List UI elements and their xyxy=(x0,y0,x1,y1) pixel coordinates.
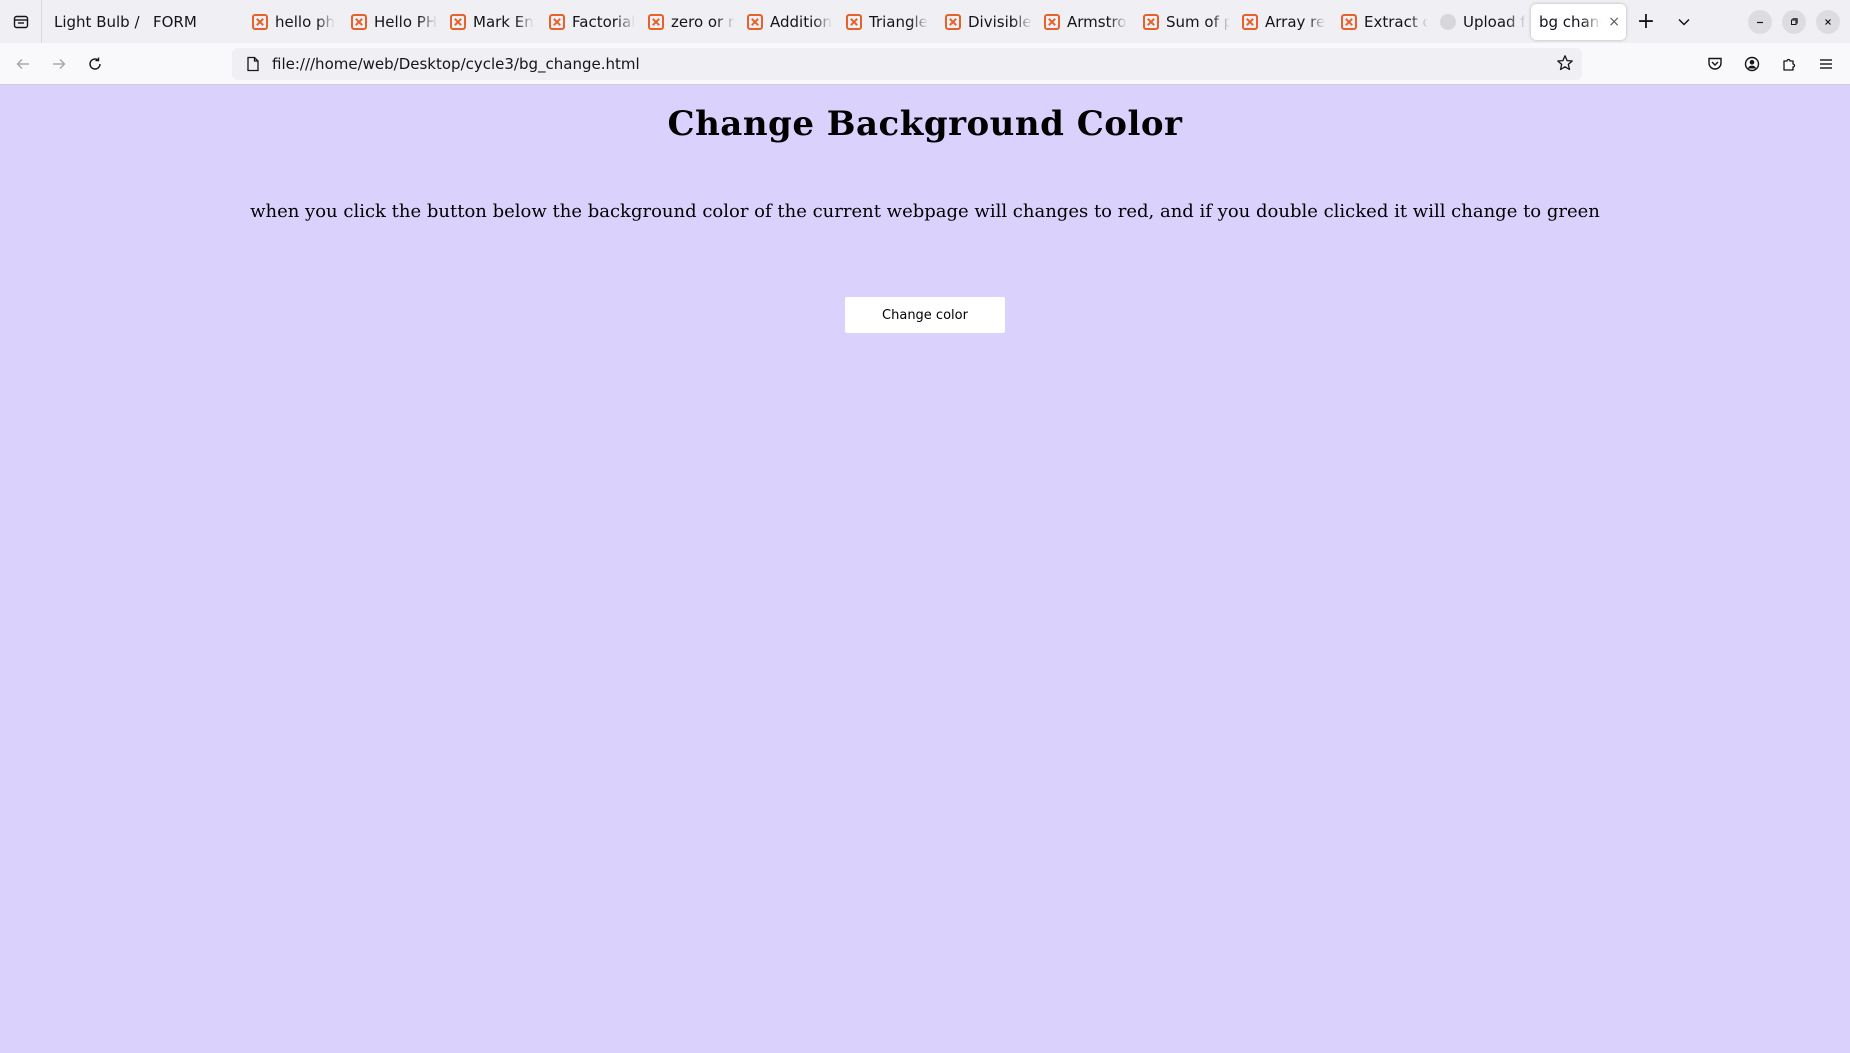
tab-label: Light Bulb / xyxy=(54,12,140,31)
account-button[interactable] xyxy=(1734,46,1770,82)
tab-label: Addition xyxy=(770,12,832,31)
tab-item[interactable]: Upload f xyxy=(1428,4,1527,40)
tab-item[interactable]: Triangle xyxy=(834,4,933,40)
tab-item[interactable]: Extract c xyxy=(1329,4,1428,40)
tab-label: Divisible xyxy=(968,12,1032,31)
tab-item[interactable]: Sum of p xyxy=(1131,4,1230,40)
account-icon xyxy=(1744,56,1760,72)
menu-button[interactable] xyxy=(1808,46,1844,82)
extensions-button[interactable] xyxy=(1771,46,1807,82)
close-tab-icon[interactable]: × xyxy=(1608,14,1620,30)
tab-label: Triangle xyxy=(869,12,928,31)
tab-label: bg chang xyxy=(1539,12,1601,31)
address-bar[interactable]: file:///home/web/Desktop/cycle3/bg_chang… xyxy=(232,48,1582,80)
pocket-icon xyxy=(1708,57,1722,70)
firefox-view-icon xyxy=(13,15,28,28)
page-title: Change Background Color xyxy=(667,104,1183,144)
tab-strip: Light Bulb / FORM hello ph Hello PH Mark En F… xyxy=(42,0,1626,43)
github-icon xyxy=(1440,13,1456,30)
tab-label: zero or n xyxy=(671,12,735,31)
page-content: Change Background Color when you click t… xyxy=(0,85,1850,1053)
tab-item[interactable]: FORM xyxy=(141,4,240,40)
new-tab-button[interactable]: + xyxy=(1626,0,1666,43)
tab-item[interactable]: hello ph xyxy=(240,4,339,40)
tab-item[interactable]: Addition xyxy=(735,4,834,40)
firefox-view-button[interactable] xyxy=(0,0,42,43)
tab-item[interactable]: Factorial xyxy=(537,4,636,40)
xampp-icon xyxy=(1242,13,1258,30)
page-description: when you click the button below the back… xyxy=(250,201,1600,222)
tab-label: Factorial xyxy=(572,12,636,31)
change-color-button[interactable]: Change color xyxy=(845,297,1005,333)
minimize-button[interactable] xyxy=(1748,9,1772,34)
tab-label: Hello PH xyxy=(374,12,438,31)
tab-item[interactable]: Array re xyxy=(1230,4,1329,40)
xampp-icon xyxy=(549,13,565,30)
xampp-icon xyxy=(945,13,961,30)
puzzle-piece-icon xyxy=(1783,58,1796,71)
tab-label: Mark En xyxy=(473,12,534,31)
bookmark-button[interactable] xyxy=(1556,54,1574,76)
tab-item[interactable]: Light Bulb / xyxy=(42,4,141,40)
toolbar-right xyxy=(1697,43,1850,85)
tab-item[interactable]: Divisible xyxy=(933,4,1032,40)
xampp-icon xyxy=(252,13,268,30)
xampp-icon xyxy=(747,13,763,30)
reload-icon xyxy=(89,57,101,70)
star-icon xyxy=(1557,55,1573,71)
pocket-button[interactable] xyxy=(1697,46,1733,82)
tab-item[interactable]: zero or n xyxy=(636,4,735,40)
back-button[interactable] xyxy=(5,46,41,82)
tab-item[interactable]: Mark En xyxy=(438,4,537,40)
close-icon xyxy=(1825,18,1831,25)
xampp-icon xyxy=(450,13,466,30)
navigation-toolbar: file:///home/web/Desktop/cycle3/bg_chang… xyxy=(0,43,1850,85)
forward-button[interactable] xyxy=(41,46,77,82)
plus-icon: + xyxy=(1636,9,1656,34)
tab-label: hello ph xyxy=(275,12,336,31)
close-window-button[interactable] xyxy=(1816,9,1840,34)
xampp-icon xyxy=(1341,13,1357,30)
tab-bar: Light Bulb / FORM hello ph Hello PH Mark En F… xyxy=(0,0,1850,43)
tab-active[interactable]: bg chang × xyxy=(1531,3,1626,40)
list-all-tabs-button[interactable] xyxy=(1666,0,1702,43)
url-text: file:///home/web/Desktop/cycle3/bg_chang… xyxy=(272,55,640,73)
hamburger-menu-icon xyxy=(1820,59,1832,69)
tab-label: Armstro xyxy=(1067,12,1127,31)
xampp-icon xyxy=(846,13,862,30)
xampp-icon xyxy=(1044,13,1060,30)
chevron-down-icon xyxy=(1678,18,1690,26)
window-controls xyxy=(1748,0,1850,43)
restore-icon xyxy=(1791,17,1798,25)
xampp-icon xyxy=(1143,13,1159,30)
arrow-right-icon xyxy=(53,58,66,69)
tab-item[interactable]: Armstro xyxy=(1032,4,1131,40)
xampp-icon xyxy=(351,13,367,30)
tab-label: Sum of p xyxy=(1166,12,1230,31)
tab-item[interactable]: Hello PH xyxy=(339,4,438,40)
reload-button[interactable] xyxy=(77,46,113,82)
minimize-icon xyxy=(1757,21,1763,23)
tab-label: Extract c xyxy=(1364,12,1428,31)
page-icon xyxy=(247,56,259,72)
tab-label: Array re xyxy=(1265,12,1326,31)
restore-button[interactable] xyxy=(1782,9,1806,34)
tab-label: Upload f xyxy=(1463,12,1526,31)
tab-label: FORM xyxy=(153,12,197,31)
xampp-icon xyxy=(648,13,664,30)
arrow-left-icon xyxy=(16,58,29,69)
